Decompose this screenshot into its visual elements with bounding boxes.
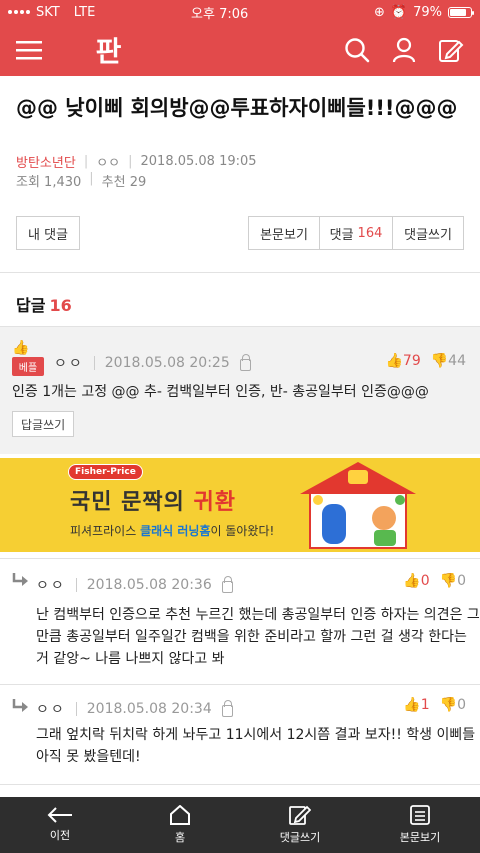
battery-icon (447, 6, 474, 18)
post-author: ㅇㅇ (96, 156, 121, 171)
divider (0, 684, 480, 685)
home-icon (170, 805, 190, 825)
lock-icon (221, 699, 233, 717)
signal-icon (8, 10, 30, 14)
network: LTE (73, 4, 96, 20)
divider (0, 272, 480, 273)
prev-button[interactable]: 이전 (0, 797, 120, 853)
post-title: @@ 낮이삐 회의방@@투표하자이삐들!!!@@@ (16, 96, 458, 120)
lock-icon (239, 353, 251, 371)
downvote-button[interactable]: 👎0 (440, 573, 466, 589)
thumbs-up-icon: 👍 (12, 340, 30, 356)
logo[interactable]: 판 (96, 30, 122, 70)
comments-button[interactable]: 댓글 164 (319, 216, 393, 250)
comment-author: ㅇㅇ (36, 578, 66, 594)
post-category[interactable]: 방탄소년단 (16, 152, 76, 171)
home-button[interactable]: 홈 (120, 797, 240, 853)
back-arrow-icon (47, 807, 72, 823)
reply-button[interactable]: 답글쓰기 (12, 411, 75, 437)
clock: 오후 7:06 (191, 6, 249, 22)
post-date: 2018.05.08 19:05 (140, 154, 257, 169)
comment-author: ㅇㅇ (36, 702, 66, 718)
ad-headline: 국민 문짝의 귀환 (70, 490, 237, 515)
reply-arrow-icon (12, 698, 30, 717)
lock-rotation-icon: ⊕ (373, 4, 385, 20)
document-icon (410, 805, 430, 825)
divider (0, 558, 480, 559)
comment-date: 2018.05.08 20:36 (86, 577, 212, 593)
user-icon[interactable] (392, 37, 416, 63)
write-icon[interactable] (438, 37, 464, 63)
write-comment-button[interactable]: 댓글쓰기 (392, 216, 464, 250)
battery-percent: 79% (413, 4, 442, 20)
replies-heading: 답글 16 (16, 296, 72, 315)
comment-text: 인증 1개는 고정 @@ 추- 컴백일부터 인증, 반- 총공일부터 인증@@@ (12, 384, 429, 400)
comment-text: 그래 엎치락 뒤치락 하게 놔두고 11시에서 12시쯤 결과 보자!! 학생 … (36, 727, 476, 765)
upvote-button[interactable]: 👍79 (385, 353, 420, 369)
divider (0, 784, 480, 785)
comments-count: 164 (357, 225, 383, 241)
downvote-button[interactable]: 👎0 (440, 697, 466, 713)
comment-votes: 👍1 👎0 (403, 697, 466, 713)
comment-date: 2018.05.08 20:25 (104, 355, 230, 371)
best-comment: 👍 베플 ㅇㅇ 2018.05.08 20:25 👍79 👎44 인증 1개는 … (0, 326, 480, 454)
ad-banner[interactable]: Fisher-Price 국민 문짝의 귀환 피셔프라이스 클래식 러닝홈이 돌… (0, 458, 480, 552)
comment-votes: 👍0 👎0 (403, 573, 466, 589)
bottom-toolbar: 이전 홈 댓글쓰기 본문보기 (0, 797, 480, 853)
comment-date: 2018.05.08 20:34 (86, 701, 212, 717)
alarm-icon: ⏰ (390, 4, 408, 20)
lock-icon (221, 575, 233, 593)
carrier: SKT (36, 4, 60, 20)
upvote-button[interactable]: 👍0 (403, 573, 429, 589)
comment-header: ㅇㅇ 2018.05.08 20:25 (54, 353, 251, 373)
post-recommend: 추천 29 (101, 175, 147, 190)
ad-brand: Fisher-Price (68, 464, 143, 480)
top-bar: SKT LTE 오후 7:06 ⊕ ⏰ 79% 판 (0, 0, 480, 76)
comment-text: 난 컴백부터 인증으로 추천 누르긴 했는데 총공일부터 인증 하자는 의견은 … (36, 607, 480, 667)
post-stats: 조회 1,430 | 추천 29 (16, 171, 147, 190)
my-comments-button[interactable]: 내 댓글 (16, 216, 80, 250)
comment-header: ㅇㅇ 2018.05.08 20:36 (36, 575, 233, 595)
view-body-toolbar-button[interactable]: 본문보기 (360, 797, 480, 853)
nav-bar: 판 (0, 24, 480, 76)
status-bar: SKT LTE 오후 7:06 ⊕ ⏰ 79% (0, 0, 480, 24)
playhouse-image (300, 462, 416, 549)
comment-votes: 👍79 👎44 (385, 353, 466, 369)
search-icon[interactable] (344, 37, 370, 63)
ad-subtitle: 피셔프라이스 클래식 러닝홈이 돌아왔다! (70, 524, 275, 538)
upvote-button[interactable]: 👍1 (403, 697, 429, 713)
write-icon (289, 805, 311, 825)
comment-header: ㅇㅇ 2018.05.08 20:34 (36, 699, 233, 719)
write-comment-toolbar-button[interactable]: 댓글쓰기 (240, 797, 360, 853)
downvote-button[interactable]: 👎44 (431, 353, 466, 369)
menu-icon[interactable] (16, 40, 42, 60)
post-views: 조회 1,430 (16, 175, 82, 190)
comment-author: ㅇㅇ (54, 356, 84, 372)
best-badge: 👍 베플 (12, 341, 44, 376)
post-meta: 방탄소년단 | ㅇㅇ | 2018.05.08 19:05 (16, 152, 257, 171)
view-body-button[interactable]: 본문보기 (248, 216, 320, 250)
reply-arrow-icon (12, 572, 30, 591)
